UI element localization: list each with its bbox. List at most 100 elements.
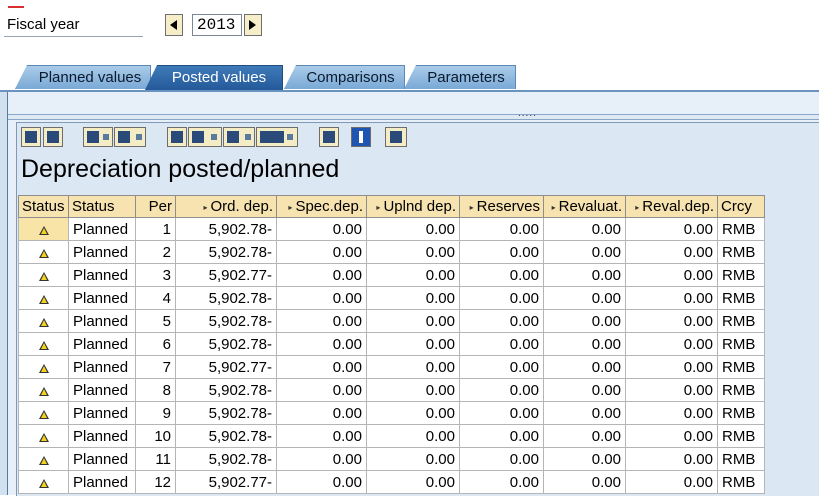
- crcy-cell[interactable]: RMB: [717, 217, 765, 241]
- status-text-cell[interactable]: Planned: [68, 401, 136, 425]
- table-row[interactable]: Planned 11 5,902.78- 0.00 0.00 0.00 0.00 0.00 RM…: [18, 447, 765, 471]
- spec-cell[interactable]: 0.00: [276, 286, 367, 310]
- crcy-cell[interactable]: RMB: [717, 355, 765, 379]
- fiscal-year-field[interactable]: 2013: [192, 14, 242, 36]
- crcy-cell[interactable]: RMB: [717, 240, 765, 264]
- uplnd-cell[interactable]: 0.00: [366, 286, 460, 310]
- ord-cell[interactable]: 5,902.78-: [175, 286, 277, 310]
- per-cell[interactable]: 11: [135, 447, 176, 471]
- export-button[interactable]: [188, 127, 222, 147]
- uplnd-cell[interactable]: 0.00: [366, 309, 460, 333]
- per-cell[interactable]: 9: [135, 401, 176, 425]
- revaldep-cell[interactable]: 0.00: [625, 286, 718, 310]
- revaluat-cell[interactable]: 0.00: [543, 240, 626, 264]
- revaldep-cell[interactable]: 0.00: [625, 263, 718, 287]
- status-text-cell[interactable]: Planned: [68, 378, 136, 402]
- table-row[interactable]: Planned 6 5,902.78- 0.00 0.00 0.00 0.00 0.00 RMB: [18, 332, 765, 356]
- col-header-spec-dep[interactable]: ▸ Spec.dep.: [276, 195, 367, 218]
- revaluat-cell[interactable]: 0.00: [543, 263, 626, 287]
- status-cell[interactable]: [18, 217, 69, 241]
- filter-button[interactable]: [43, 127, 63, 147]
- uplnd-cell[interactable]: 0.00: [366, 217, 460, 241]
- revaluat-cell[interactable]: 0.00: [543, 470, 626, 494]
- col-header-crcy[interactable]: Crcy: [717, 195, 765, 218]
- reserves-cell[interactable]: 0.00: [459, 240, 544, 264]
- revaluat-cell[interactable]: 0.00: [543, 424, 626, 448]
- spec-cell[interactable]: 0.00: [276, 332, 367, 356]
- status-cell[interactable]: [18, 286, 69, 310]
- per-cell[interactable]: 10: [135, 424, 176, 448]
- ord-cell[interactable]: 5,902.78-: [175, 240, 277, 264]
- reserves-cell[interactable]: 0.00: [459, 263, 544, 287]
- status-cell[interactable]: [18, 447, 69, 471]
- per-cell[interactable]: 2: [135, 240, 176, 264]
- revaldep-cell[interactable]: 0.00: [625, 401, 718, 425]
- previous-year-button[interactable]: [165, 14, 183, 36]
- tab-comparisons[interactable]: Comparisons: [284, 65, 405, 89]
- reserves-cell[interactable]: 0.00: [459, 286, 544, 310]
- table-row[interactable]: Planned 1 5,902.78- 0.00 0.00 0.00 0.00 0.00 RMB: [18, 217, 765, 241]
- status-text-cell[interactable]: Planned: [68, 332, 136, 356]
- per-cell[interactable]: 12: [135, 470, 176, 494]
- crcy-cell[interactable]: RMB: [717, 470, 765, 494]
- table-row[interactable]: Planned 7 5,902.77- 0.00 0.00 0.00 0.00 0.00 RMB: [18, 355, 765, 379]
- splitter-bar[interactable]: .....: [8, 108, 819, 120]
- ord-cell[interactable]: 5,902.77-: [175, 470, 277, 494]
- col-header-ord-dep[interactable]: ▸ Ord. dep.: [175, 195, 277, 218]
- table-row[interactable]: Planned 10 5,902.78- 0.00 0.00 0.00 0.00 0.00 RM…: [18, 424, 765, 448]
- crcy-cell[interactable]: RMB: [717, 378, 765, 402]
- crcy-cell[interactable]: RMB: [717, 401, 765, 425]
- per-cell[interactable]: 8: [135, 378, 176, 402]
- spec-cell[interactable]: 0.00: [276, 378, 367, 402]
- per-cell[interactable]: 5: [135, 309, 176, 333]
- reserves-cell[interactable]: 0.00: [459, 332, 544, 356]
- uplnd-cell[interactable]: 0.00: [366, 240, 460, 264]
- revaldep-cell[interactable]: 0.00: [625, 332, 718, 356]
- spec-cell[interactable]: 0.00: [276, 263, 367, 287]
- table-row[interactable]: Planned 9 5,902.78- 0.00 0.00 0.00 0.00 0.00 RMB: [18, 401, 765, 425]
- revaluat-cell[interactable]: 0.00: [543, 447, 626, 471]
- table-row[interactable]: Planned 2 5,902.78- 0.00 0.00 0.00 0.00 0.00 RMB: [18, 240, 765, 264]
- status-cell[interactable]: [18, 332, 69, 356]
- revaldep-cell[interactable]: 0.00: [625, 378, 718, 402]
- status-text-cell[interactable]: Planned: [68, 240, 136, 264]
- col-header-reserves[interactable]: ▸ Reserves: [459, 195, 544, 218]
- ord-cell[interactable]: 5,902.78-: [175, 332, 277, 356]
- spec-cell[interactable]: 0.00: [276, 447, 367, 471]
- info-button[interactable]: [351, 127, 371, 147]
- crcy-cell[interactable]: RMB: [717, 263, 765, 287]
- revaldep-cell[interactable]: 0.00: [625, 217, 718, 241]
- ord-cell[interactable]: 5,902.78-: [175, 309, 277, 333]
- uplnd-cell[interactable]: 0.00: [366, 355, 460, 379]
- revaluat-cell[interactable]: 0.00: [543, 332, 626, 356]
- ord-cell[interactable]: 5,902.77-: [175, 263, 277, 287]
- tab-planned-values[interactable]: Planned values: [15, 65, 151, 89]
- revaldep-cell[interactable]: 0.00: [625, 424, 718, 448]
- crcy-cell[interactable]: RMB: [717, 286, 765, 310]
- table-row[interactable]: Planned 5 5,902.78- 0.00 0.00 0.00 0.00 0.00 RMB: [18, 309, 765, 333]
- status-text-cell[interactable]: Planned: [68, 355, 136, 379]
- ord-cell[interactable]: 5,902.77-: [175, 355, 277, 379]
- uplnd-cell[interactable]: 0.00: [366, 401, 460, 425]
- crcy-cell[interactable]: RMB: [717, 447, 765, 471]
- revaldep-cell[interactable]: 0.00: [625, 240, 718, 264]
- status-cell[interactable]: [18, 424, 69, 448]
- revaluat-cell[interactable]: 0.00: [543, 355, 626, 379]
- spec-cell[interactable]: 0.00: [276, 240, 367, 264]
- reserves-cell[interactable]: 0.00: [459, 355, 544, 379]
- reserves-cell[interactable]: 0.00: [459, 424, 544, 448]
- table-row[interactable]: Planned 3 5,902.77- 0.00 0.00 0.00 0.00 0.00 RMB: [18, 263, 765, 287]
- spec-cell[interactable]: 0.00: [276, 309, 367, 333]
- ord-cell[interactable]: 5,902.78-: [175, 401, 277, 425]
- status-text-cell[interactable]: Planned: [68, 424, 136, 448]
- reserves-cell[interactable]: 0.00: [459, 401, 544, 425]
- spec-cell[interactable]: 0.00: [276, 217, 367, 241]
- sum-button[interactable]: [83, 127, 113, 147]
- print-preview-button[interactable]: [167, 127, 187, 147]
- comments-button[interactable]: [385, 127, 407, 147]
- col-header-revaluat[interactable]: ▸ Revaluat.: [543, 195, 626, 218]
- uplnd-cell[interactable]: 0.00: [366, 424, 460, 448]
- ord-cell[interactable]: 5,902.78-: [175, 217, 277, 241]
- col-header-uplnd-dep[interactable]: ▸ Uplnd dep.: [366, 195, 460, 218]
- per-cell[interactable]: 1: [135, 217, 176, 241]
